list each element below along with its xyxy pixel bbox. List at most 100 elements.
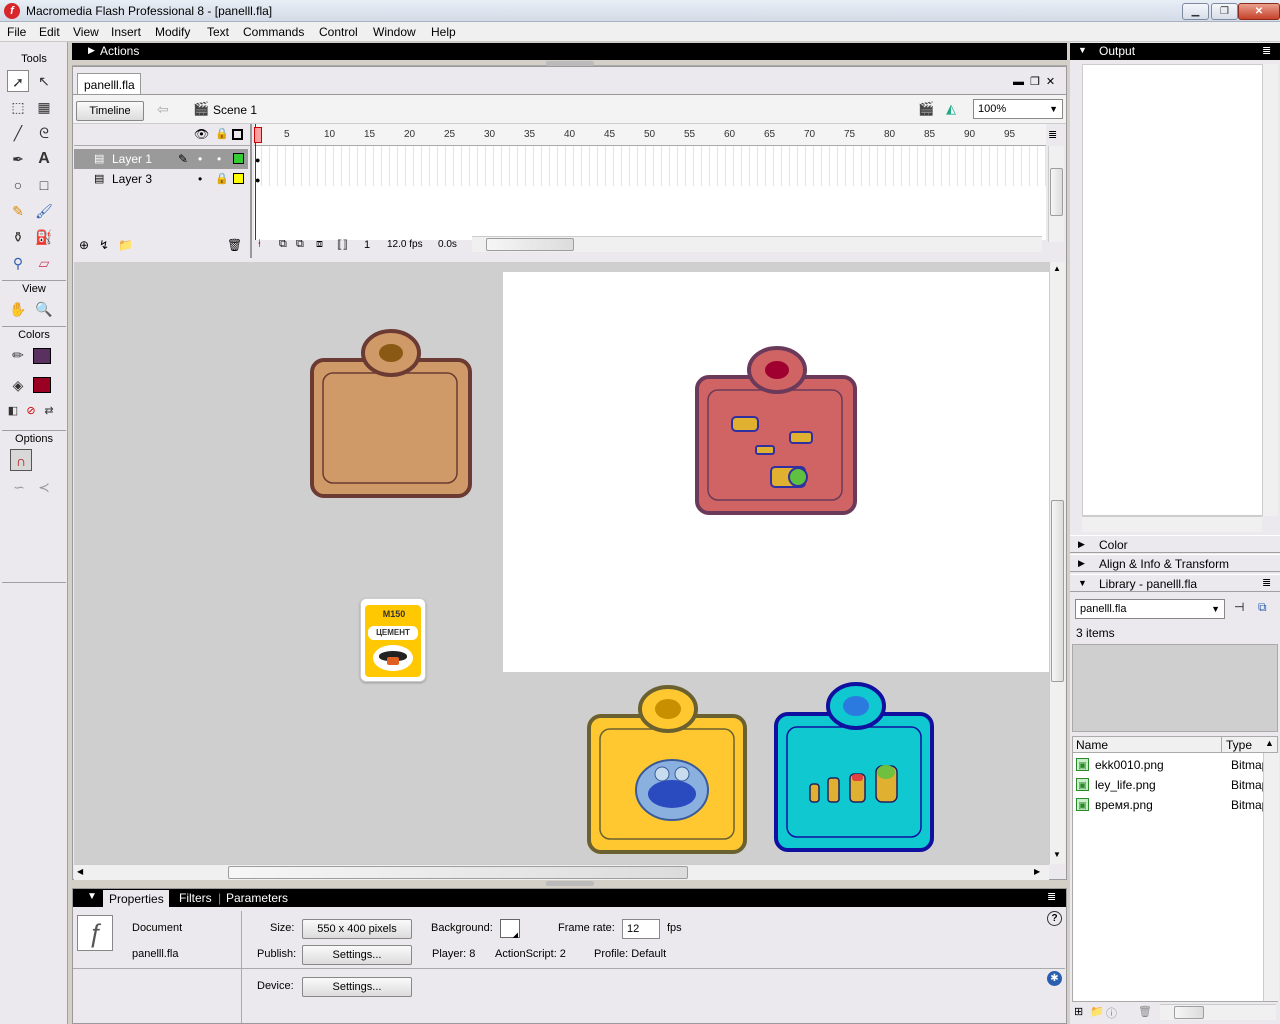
size-button[interactable]: 550 x 400 pixels <box>302 919 412 939</box>
align-panel-header[interactable]: ▶ Align & Info & Transform <box>1070 554 1280 572</box>
pen-tool-icon[interactable]: ✒ <box>7 148 29 170</box>
swap-colors-icon[interactable]: ⇄ <box>40 400 58 422</box>
help-icon[interactable]: ? <box>1047 911 1062 926</box>
scroll-up-icon[interactable]: ▲ <box>1053 264 1061 273</box>
keyframe-dot[interactable]: ● <box>255 155 260 165</box>
onion-skin-icon[interactable]: ⧉ <box>279 238 287 251</box>
output-hscroll[interactable] <box>1082 516 1262 532</box>
stage-hscroll[interactable]: ◀ ▶ <box>74 864 1049 880</box>
center-frame-icon[interactable]: ⍿ <box>258 238 261 251</box>
actions-panel-header[interactable]: ▶ Actions <box>72 43 1067 60</box>
output-text-area[interactable] <box>1082 64 1264 516</box>
fill-color-swatch[interactable] <box>33 377 51 393</box>
keyframe-dot[interactable]: ● <box>255 175 260 185</box>
layer-row[interactable]: ▤ Layer 1 ✎ • • <box>74 149 248 169</box>
background-color-swatch[interactable]: ◢ <box>500 919 520 939</box>
framerate-input[interactable]: 12 <box>622 919 660 939</box>
frames-area[interactable]: 5 10 15 20 25 30 35 40 45 50 55 60 65 70 75 80 85 90 95 ● … <box>254 124 1046 240</box>
eraser-icon[interactable]: ▱ <box>33 252 55 274</box>
eye-icon[interactable]: 👁 <box>194 127 209 141</box>
scroll-down-icon[interactable]: ▼ <box>1053 850 1061 859</box>
document-tab[interactable]: panelll.fla <box>77 73 141 95</box>
eyedropper-icon[interactable]: ⚲ <box>7 252 29 274</box>
timeline-vscroll[interactable] <box>1048 146 1064 242</box>
red-board-shape[interactable] <box>694 345 860 517</box>
cement-bag-image[interactable]: М150 ЦЕМЕНТ <box>360 598 426 682</box>
sort-icon[interactable]: ▲ <box>1265 738 1274 748</box>
edit-multiple-frames-icon[interactable]: ⧈ <box>316 238 323 251</box>
insert-folder-icon[interactable]: 📁 <box>118 238 133 252</box>
menu-window[interactable]: Window <box>373 25 416 39</box>
stage-vscroll[interactable]: ▲ ▼ <box>1049 262 1065 864</box>
tab-filters[interactable]: Filters <box>179 891 212 905</box>
menu-modify[interactable]: Modify <box>155 25 190 39</box>
maximize-button[interactable]: ❐ <box>1211 3 1238 20</box>
stroke-color-icon[interactable]: ✏ <box>7 344 29 366</box>
timeline-menu-icon[interactable]: ≣ <box>1048 128 1057 141</box>
panel-menu-icon[interactable]: ≣ <box>1262 44 1271 57</box>
free-transform-icon[interactable]: ⬚ <box>7 96 29 118</box>
brush-tool-icon[interactable]: 🖌 <box>33 200 55 222</box>
lock-icon[interactable]: 🔒 <box>215 127 229 140</box>
back-arrow-icon[interactable]: ⇦ <box>157 101 169 118</box>
zoom-tool-icon[interactable]: 🔍 <box>33 298 55 320</box>
subselection-tool-icon[interactable]: ↖ <box>33 70 55 92</box>
splitter[interactable] <box>72 880 1067 888</box>
snap-magnet-icon[interactable]: ∩ <box>10 449 32 471</box>
menu-help[interactable]: Help <box>431 25 456 39</box>
lasso-tool-icon[interactable]: ᘓ <box>33 122 55 144</box>
pin-library-icon[interactable]: ⊣ <box>1234 600 1244 614</box>
tab-properties[interactable]: Properties <box>103 890 169 907</box>
collapse-triangle-icon[interactable]: ▼ <box>87 891 97 902</box>
paint-bucket-icon[interactable]: ⛽ <box>33 226 55 248</box>
layer-row[interactable]: ▤ Layer 3 • 🔒 <box>74 169 248 189</box>
insert-layer-icon[interactable]: ⊕ <box>79 238 89 252</box>
panel-menu-icon[interactable]: ≣ <box>1047 890 1056 903</box>
frame-cells[interactable] <box>254 146 1046 186</box>
edit-scene-icon[interactable]: 🎬 <box>918 101 934 117</box>
accessibility-icon[interactable]: ✱ <box>1047 971 1062 986</box>
output-vscroll[interactable] <box>1262 64 1278 516</box>
add-motion-guide-icon[interactable]: ↯ <box>99 238 109 252</box>
smooth-icon[interactable]: ∽ <box>8 476 30 498</box>
line-tool-icon[interactable]: ╱ <box>7 122 29 144</box>
device-settings-button[interactable]: Settings... <box>302 977 412 997</box>
publish-settings-button[interactable]: Settings... <box>302 945 412 965</box>
visibility-dot[interactable]: • <box>198 152 202 166</box>
close-button[interactable]: ✕ <box>1238 3 1280 20</box>
frame-ruler[interactable]: 5 10 15 20 25 30 35 40 45 50 55 60 65 70 75 80 85 90 95 <box>254 124 1046 146</box>
library-select[interactable]: panelll.fla ▼ <box>1075 599 1225 619</box>
menu-file[interactable]: File <box>7 25 26 39</box>
rectangle-tool-icon[interactable]: □ <box>33 174 55 196</box>
modify-markers-icon[interactable]: ⟦⟧ <box>337 238 348 251</box>
menu-control[interactable]: Control <box>319 25 358 39</box>
library-panel-header[interactable]: ▼ Library - panelll.fla ≣ <box>1070 574 1280 592</box>
color-panel-header[interactable]: ▶ Color <box>1070 535 1280 553</box>
pencil-tool-icon[interactable]: ✎ <box>7 200 29 222</box>
new-symbol-icon[interactable]: ⊞ <box>1074 1005 1083 1018</box>
fill-color-icon[interactable]: ◈ <box>7 374 29 396</box>
menu-commands[interactable]: Commands <box>243 25 304 39</box>
ink-bottle-icon[interactable]: ⚱ <box>7 226 29 248</box>
minimize-button[interactable]: ▁ <box>1182 3 1209 20</box>
tab-parameters[interactable]: Parameters <box>226 891 288 905</box>
menu-text[interactable]: Text <box>207 25 229 39</box>
library-item[interactable]: ▣ ekk0010.png Bitmap <box>1073 756 1263 776</box>
output-panel-header[interactable]: ▼ Output ≣ <box>1070 43 1280 60</box>
col-type[interactable]: Type <box>1226 738 1252 752</box>
library-vscroll[interactable] <box>1263 753 1279 1001</box>
layer-color-swatch[interactable] <box>233 173 244 184</box>
delete-icon[interactable]: 🗑 <box>1138 1005 1152 1018</box>
doc-window-controls[interactable]: ▬❐✕ <box>1013 75 1061 88</box>
oval-tool-icon[interactable]: ○ <box>7 174 29 196</box>
text-tool-icon[interactable]: A <box>33 148 55 170</box>
scroll-left-icon[interactable]: ◀ <box>77 867 83 876</box>
layer-color-swatch[interactable] <box>233 153 244 164</box>
delete-layer-icon[interactable]: 🗑 <box>227 238 242 252</box>
zoom-select[interactable]: 100% ▼ <box>973 99 1063 119</box>
onion-outlines-icon[interactable]: ⧉ <box>296 238 304 251</box>
stage-pasteboard[interactable]: М150 ЦЕМЕНТ <box>74 262 1049 864</box>
panel-menu-icon[interactable]: ≣ <box>1262 576 1271 589</box>
library-list[interactable]: Name Type ▲ ▣ ekk0010.png Bitmap ▣ ley_l… <box>1072 736 1279 1002</box>
no-color-icon[interactable]: ⊘ <box>22 400 40 422</box>
